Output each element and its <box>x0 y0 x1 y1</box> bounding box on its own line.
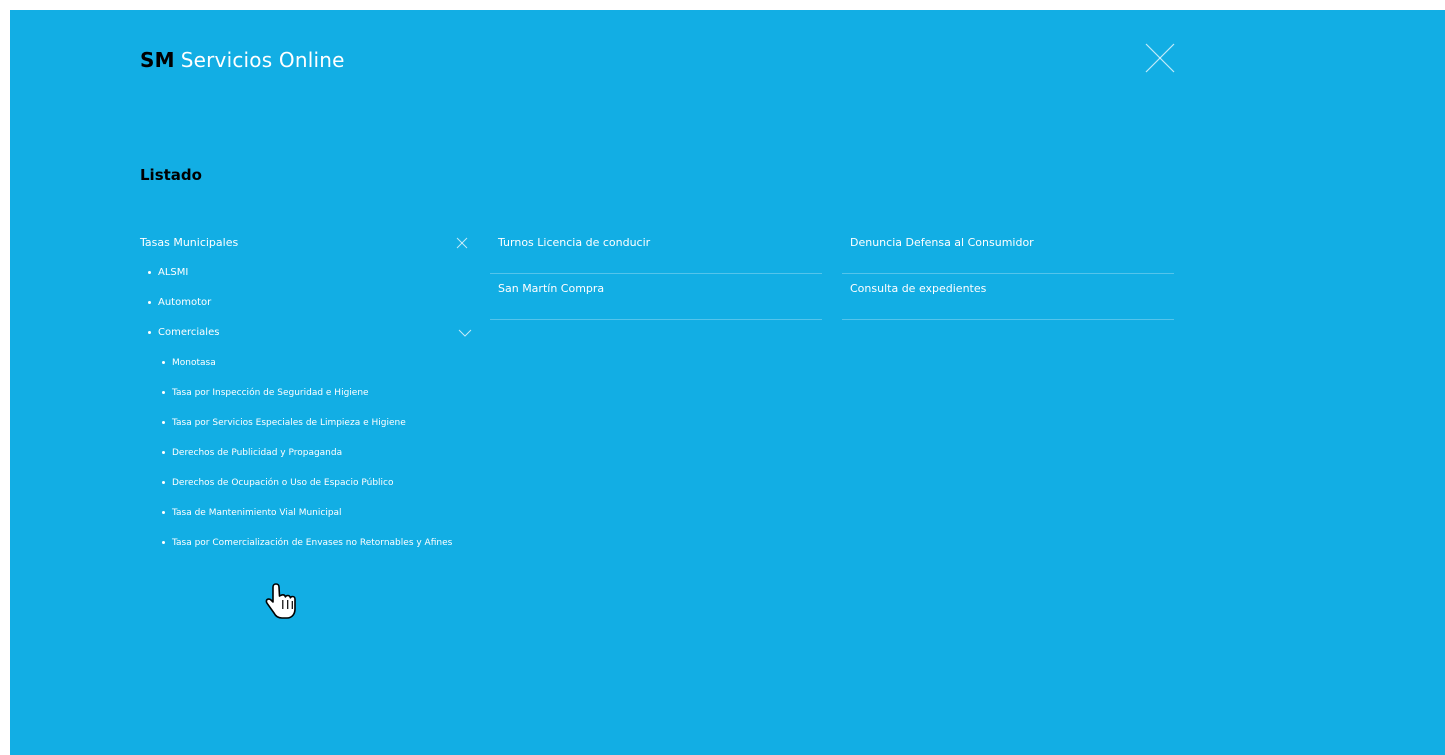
submenu-item-label: Tasa por Servicios Especiales de Limpiez… <box>172 418 406 428</box>
menu-link-defensa-consumidor[interactable]: Denuncia Defensa al Consumidor <box>842 228 1174 274</box>
submenu-item-label: Derechos de Publicidad y Propaganda <box>172 448 343 458</box>
submenu-item-monotasa[interactable]: Monotasa <box>140 348 472 378</box>
brand-logo[interactable]: SM Servicios Online <box>140 48 345 72</box>
menu-item-alsmi[interactable]: ALSMI <box>140 258 472 288</box>
submenu-item-label: Monotasa <box>172 358 216 368</box>
submenu-item-limpieza-higiene[interactable]: Tasa por Servicios Especiales de Limpiez… <box>140 408 472 438</box>
menu-item-label: Automotor <box>158 297 212 308</box>
submenu-item-espacio-publico[interactable]: Derechos de Ocupación o Uso de Espacio P… <box>140 468 472 498</box>
column-tasas-municipales: Tasas Municipales ALSMI Automotor Comerc… <box>140 228 472 551</box>
bullet-icon <box>162 391 165 394</box>
submenu-item-label: Derechos de Ocupación o Uso de Espacio P… <box>172 478 394 488</box>
menu-link-turnos-licencia[interactable]: Turnos Licencia de conducir <box>490 228 822 274</box>
bullet-icon <box>148 300 151 304</box>
bullet-icon <box>162 541 165 544</box>
group-tasas-municipales[interactable]: Tasas Municipales <box>140 228 472 258</box>
bullet-icon <box>148 330 151 334</box>
group-title: Tasas Municipales <box>140 236 239 249</box>
bullet-icon <box>148 270 151 274</box>
section-title: Listado <box>140 166 202 184</box>
submenu-item-label: Tasa por Inspección de Seguridad e Higie… <box>172 388 369 398</box>
menu-link-san-martin-compra[interactable]: San Martín Compra <box>490 274 822 320</box>
submenu-item-label: Tasa por Comercialización de Envases no … <box>172 538 453 548</box>
column-2: Turnos Licencia de conducir San Martín C… <box>490 228 822 320</box>
submenu-item-envases[interactable]: Tasa por Comercialización de Envases no … <box>140 528 472 551</box>
menu-item-label: ALSMI <box>158 267 189 278</box>
bullet-icon <box>162 421 165 424</box>
close-icon[interactable] <box>1144 42 1176 74</box>
menu-overlay: SM Servicios Online Listado Tasas Municip… <box>10 10 1445 755</box>
menu-item-automotor[interactable]: Automotor <box>140 288 472 318</box>
submenu-item-seguridad-higiene[interactable]: Tasa por Inspección de Seguridad e Higie… <box>140 378 472 408</box>
close-small-icon[interactable] <box>456 237 468 249</box>
bullet-icon <box>162 511 165 514</box>
bullet-icon <box>162 481 165 484</box>
hand-pointer-icon <box>265 583 296 619</box>
submenu-item-label: Tasa de Mantenimiento Vial Municipal <box>172 508 342 518</box>
menu-item-label: Comerciales <box>158 327 220 338</box>
brand-bold: SM <box>140 48 175 72</box>
brand-text: Servicios Online <box>180 48 345 72</box>
chevron-down-icon[interactable] <box>458 329 472 337</box>
column-3: Denuncia Defensa al Consumidor Consulta … <box>842 228 1174 320</box>
submenu-item-publicidad[interactable]: Derechos de Publicidad y Propaganda <box>140 438 472 468</box>
menu-item-comerciales[interactable]: Comerciales <box>140 318 472 348</box>
submenu-item-mantenimiento-vial[interactable]: Tasa de Mantenimiento Vial Municipal <box>140 498 472 528</box>
menu-link-consulta-expedientes[interactable]: Consulta de expedientes <box>842 274 1174 320</box>
bullet-icon <box>162 451 165 454</box>
bullet-icon <box>162 361 165 364</box>
